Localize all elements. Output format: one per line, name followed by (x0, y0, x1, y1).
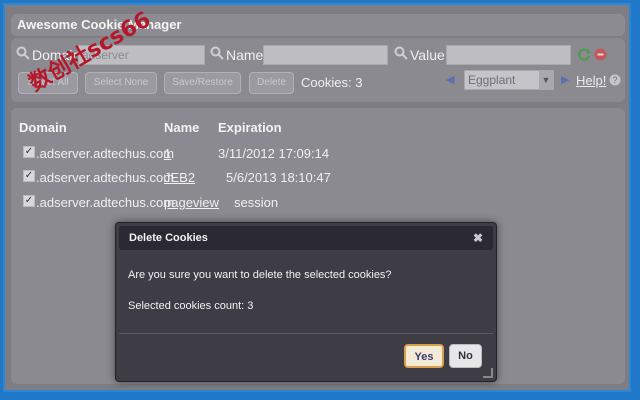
dialog-divider (119, 333, 493, 334)
cookie-expiration: session (234, 195, 279, 210)
cookie-name-link[interactable]: JEB2 (164, 170, 195, 185)
delete-button[interactable]: Delete (249, 72, 294, 94)
chevron-down-icon: ▼ (539, 71, 553, 89)
search-icon (16, 46, 30, 60)
prev-icon[interactable]: ◀ (446, 73, 454, 86)
refresh-icon[interactable] (578, 48, 591, 61)
search-icon (394, 46, 408, 60)
table-row[interactable]: ✓ .adserver.adtechus.com JEB2 5/6/2013 1… (0, 170, 640, 188)
cookies-count: Cookies: 3 (301, 75, 363, 90)
table-row[interactable]: ✓ .adserver.adtechus.com pageview sessio… (0, 195, 640, 213)
cookie-name-link[interactable]: pageview (164, 195, 219, 210)
cookie-domain: .adserver.adtechus.com (36, 195, 175, 210)
cookie-expiration: 3/11/2012 17:09:14 (218, 146, 330, 161)
delete-cookies-dialog: Delete Cookies ✖ Are you sure you want t… (115, 222, 497, 382)
theme-select-value: Eggplant (468, 73, 516, 87)
table-row[interactable]: ✓ .adserver.adtechus.com 1 3/11/2012 17:… (0, 146, 640, 164)
search-icon (210, 46, 224, 60)
yes-button[interactable]: Yes (404, 344, 444, 368)
value-input[interactable] (446, 45, 571, 65)
help-link[interactable]: Help! (576, 73, 606, 88)
close-icon[interactable]: ✖ (473, 226, 483, 250)
next-icon[interactable]: ▶ (561, 73, 569, 86)
dialog-question: Are you sure you want to delete the sele… (128, 269, 392, 281)
help-icon[interactable]: ? (609, 74, 621, 86)
svg-text:?: ? (612, 75, 617, 85)
cookie-domain: .adserver.adtechus.com (36, 146, 175, 161)
value-label: Value (410, 47, 445, 63)
select-none-button[interactable]: Select None (85, 72, 157, 94)
theme-select[interactable]: Eggplant ▼ (464, 70, 554, 90)
resize-grip-icon[interactable] (483, 368, 493, 378)
name-input[interactable] (263, 45, 388, 65)
row-checkbox[interactable]: ✓ (23, 146, 35, 158)
row-checkbox[interactable]: ✓ (23, 195, 35, 207)
dialog-selected-count: Selected cookies count: 3 (128, 300, 254, 312)
clear-icon[interactable] (594, 48, 607, 61)
cookie-domain: .adserver.adtechus.com (36, 170, 175, 185)
column-header-expiration: Expiration (218, 120, 282, 135)
column-header-name: Name (164, 120, 200, 135)
no-button[interactable]: No (449, 344, 482, 368)
save-restore-button[interactable]: Save/Restore (164, 72, 241, 94)
column-header-domain: Domain (19, 120, 67, 135)
cookie-expiration: 5/6/2013 18:10:47 (226, 170, 331, 185)
name-label: Name (226, 47, 264, 63)
row-checkbox[interactable]: ✓ (23, 170, 35, 182)
dialog-title: Delete Cookies (129, 232, 208, 244)
cookie-name-link[interactable]: 1 (164, 146, 171, 161)
dialog-titlebar: Delete Cookies ✖ (119, 226, 493, 250)
